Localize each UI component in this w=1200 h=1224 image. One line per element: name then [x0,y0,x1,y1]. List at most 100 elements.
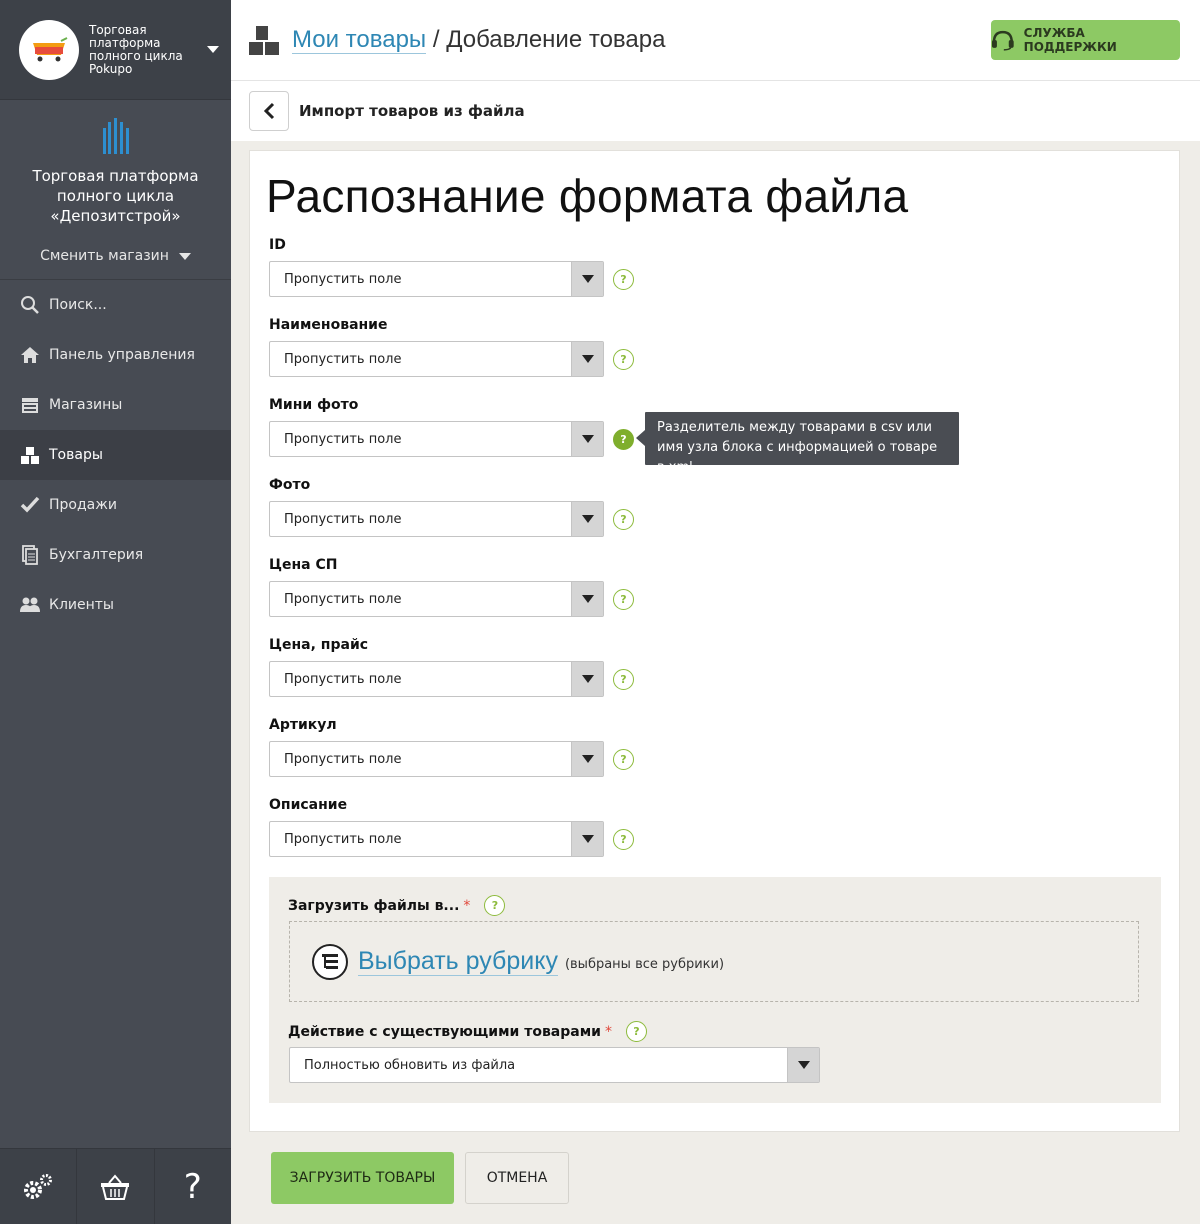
main-card: Распознание формата файла ID Пропустить п… [249,150,1180,1132]
users-icon [20,595,40,615]
back-button[interactable] [249,91,289,131]
chevron-down-icon [571,422,603,456]
upload-target-label-row: Загрузить файлы в... * ? [288,895,506,916]
store-name: Торговая платформа полного цикла Pokupo [89,22,183,76]
sidebar-item-label: Магазины [49,397,123,413]
basket-icon [101,1173,130,1200]
field-select[interactable]: Пропустить поле [269,581,604,617]
help-icon[interactable]: ? [484,895,506,916]
check-icon [20,495,40,515]
mapping-field: Цена СП Пропустить поле? [269,557,634,617]
sidebar-item-sales[interactable]: Продажи [0,480,231,530]
sidebar-item-label: Клиенты [49,597,114,613]
support-label: СЛУЖБА ПОДДЕРЖКИ [1023,26,1117,54]
chevron-down-icon [787,1048,819,1082]
help-icon[interactable]: ? [613,268,634,290]
field-select[interactable]: Пропустить поле [269,741,604,777]
mapping-field: Артикул Пропустить поле? [269,717,634,777]
sidebar-item-label: Продажи [49,497,117,513]
pokupo-logo [19,19,79,80]
field-select[interactable]: Пропустить поле [269,821,604,857]
field-row: Пропустить поле? [269,421,634,457]
choose-rubric-link[interactable]: Выбрать рубрику [358,947,558,976]
mapping-field: Фото Пропустить поле? [269,477,634,537]
field-label: Артикул [269,717,337,733]
field-label: Цена, прайс [269,637,369,653]
sidebar-item-products[interactable]: Товары [0,430,231,480]
field-label: Наименование [269,317,388,333]
breadcrumb-separator: / [426,26,447,53]
search-icon [20,295,40,315]
sidebar-item-search[interactable]: Поиск... [0,280,231,330]
existing-action-label: Действие с существующими товарами [288,1023,601,1040]
chevron-down-icon [571,342,603,376]
cart-button[interactable] [77,1149,155,1224]
help-icon[interactable]: ? [613,828,634,850]
subheader: Импорт товаров из файла [231,81,1200,141]
field-select[interactable]: Пропустить поле [269,421,604,457]
chevron-down-icon [207,46,219,53]
help-icon[interactable]: ? [613,348,634,370]
existing-action-label-row: Действие с существующими товарами * ? [288,1021,647,1042]
field-select[interactable]: Пропустить поле [269,261,604,297]
mapping-field: Наименование Пропустить поле? [269,317,634,377]
upload-products-button[interactable]: ЗАГРУЗИТЬ ТОВАРЫ [271,1152,454,1204]
store-selector[interactable]: Торговая платформа полного цикла Pokupo [0,0,231,100]
help-icon[interactable]: ? [613,428,634,450]
breadcrumb-current: Добавление товара [446,26,666,53]
chevron-left-icon [263,102,275,120]
existing-action-select[interactable]: Полностью обновить из файла [289,1047,820,1083]
help-button[interactable]: ? [155,1149,231,1224]
breadcrumb: Мои товары / Добавление товара [292,26,665,54]
rubric-note: (выбраны все рубрики) [564,957,725,972]
chevron-down-icon [571,262,603,296]
mapping-field: ID Пропустить поле? [269,237,634,297]
home-icon [20,345,40,365]
rubric-tree-icon [312,943,348,980]
sidebar-item-clients[interactable]: Клиенты [0,580,231,630]
settings-button[interactable] [0,1149,78,1224]
sidebar-item-stores[interactable]: Магазины [0,380,231,430]
products-icon [249,26,279,55]
field-select-value: Пропустить поле [284,671,402,687]
help-icon[interactable]: ? [613,508,634,530]
store-icon [20,395,40,415]
chevron-down-icon [571,742,603,776]
support-button[interactable]: СЛУЖБА ПОДДЕРЖКИ [991,20,1180,60]
help-tooltip: Разделитель между товарами в csv или имя… [636,412,959,475]
field-select[interactable]: Пропустить поле [269,661,604,697]
sidebar-item-accounting[interactable]: Бухгалтерия [0,530,231,580]
question-icon: ? [183,1166,202,1207]
help-icon[interactable]: ? [613,748,634,770]
help-icon[interactable]: ? [613,668,634,690]
page-title: Распознание формата файла [266,170,909,222]
field-label: ID [269,237,286,253]
required-mark: * [463,897,471,914]
chevron-down-icon [571,662,603,696]
field-row: Пропустить поле? [269,261,634,297]
existing-action-value: Полностью обновить из файла [304,1057,516,1073]
field-select[interactable]: Пропустить поле [269,501,604,537]
top-header: Мои товары / Добавление товара СЛУЖБА ПО… [231,0,1200,81]
sidebar-item-label: Бухгалтерия [49,547,144,563]
field-select[interactable]: Пропустить поле [269,341,604,377]
field-select-value: Пропустить поле [284,751,402,767]
mapping-field: Описание Пропустить поле? [269,797,634,857]
chevron-down-icon [571,822,603,856]
field-row: Пропустить поле? [269,501,634,537]
brand-title: Торговая платформа полного цикла «Депози… [32,167,199,225]
field-row: Пропустить поле? [269,741,634,777]
help-icon[interactable]: ? [625,1021,647,1042]
cancel-button[interactable]: ОТМЕНА [465,1152,569,1204]
field-select-value: Пропустить поле [284,511,402,527]
subheader-title: Импорт товаров из файла [299,102,525,120]
breadcrumb-link-my-products[interactable]: Мои товары [292,26,427,54]
sidebar-item-dashboard[interactable]: Панель управления [0,330,231,380]
chevron-down-icon [571,582,603,616]
help-icon[interactable]: ? [613,588,634,610]
field-row: Пропустить поле? [269,821,634,857]
chevron-down-icon [571,502,603,536]
boxes-icon [20,445,40,465]
field-select-value: Пропустить поле [284,271,402,287]
switch-store-button[interactable]: Сменить магазин [0,248,231,264]
